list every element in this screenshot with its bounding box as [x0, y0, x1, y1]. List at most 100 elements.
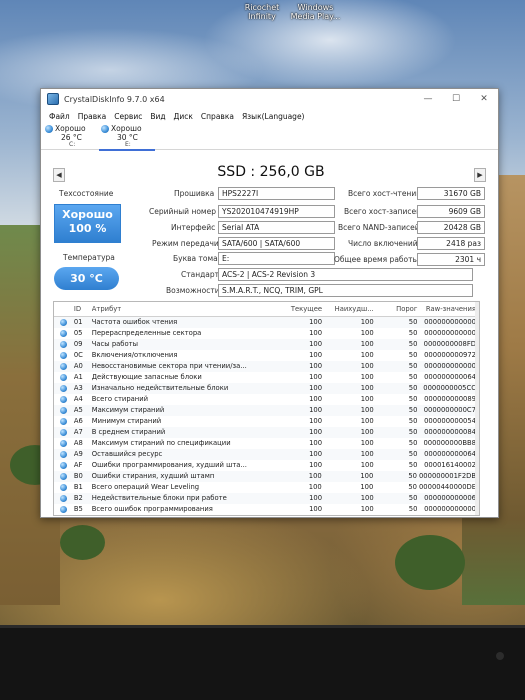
- status-dot-icon: [101, 125, 109, 133]
- menu-language[interactable]: Язык(Language): [238, 112, 309, 121]
- attribute-threshold: 50: [408, 384, 418, 392]
- table-row[interactable]: A9 Оставшийся ресурс 100 100 50 000000000064: [54, 449, 479, 460]
- table-row[interactable]: B0 Ошибки стирания, худший штамп 100 100 50 0…: [54, 471, 479, 482]
- attribute-current: 100: [309, 505, 323, 513]
- wallpaper-tree: [60, 525, 105, 560]
- attribute-raw: 000000000000: [424, 362, 477, 370]
- status-dot-icon: [45, 125, 53, 133]
- column-header-current[interactable]: Текущее: [274, 302, 324, 316]
- attribute-worst: 100: [360, 450, 374, 458]
- table-row[interactable]: 05 Перераспределенные сектора 100 100 50 0000…: [54, 328, 479, 339]
- table-row[interactable]: 01 Частота ошибок чтения 100 100 50 000000000…: [54, 317, 479, 328]
- status-dot-icon: [60, 385, 67, 392]
- previous-disk-button[interactable]: ◀: [53, 168, 65, 182]
- attribute-raw: 000016140002: [424, 461, 477, 469]
- close-button[interactable]: ✕: [470, 89, 498, 109]
- drive-letter: E:: [125, 141, 131, 148]
- attribute-worst: 100: [360, 406, 374, 414]
- attribute-threshold: 50: [408, 494, 418, 502]
- attribute-threshold: 50: [408, 329, 418, 337]
- attribute-current: 100: [309, 494, 323, 502]
- column-header-id[interactable]: ID: [74, 302, 92, 316]
- smart-attributes-table[interactable]: ID Атрибут Текущее Наихудш... Порог Raw-…: [53, 301, 480, 516]
- status-dot-icon: [60, 506, 67, 513]
- maximize-button[interactable]: ☐: [442, 89, 470, 109]
- attribute-raw: 000000000000: [424, 329, 477, 337]
- power-on-hours-value: 2301 ч: [417, 253, 485, 266]
- menu-function[interactable]: Сервис: [110, 112, 146, 121]
- column-header-threshold[interactable]: Порог: [376, 302, 420, 316]
- column-header-raw[interactable]: Raw-значения: [419, 302, 479, 316]
- table-row[interactable]: A7 В среднем стираний 100 100 50 000000000084: [54, 427, 479, 438]
- attribute-threshold: 50: [408, 417, 418, 425]
- drive-tab-e[interactable]: Хорошо 30 °C E:: [99, 123, 155, 151]
- status-dot-icon: [60, 407, 67, 414]
- status-cell: [54, 405, 74, 416]
- health-status-button[interactable]: Хорошо 100 %: [54, 204, 121, 243]
- column-header-attribute[interactable]: Атрибут: [92, 302, 275, 316]
- attribute-current: 100: [309, 351, 323, 359]
- table-row[interactable]: 0C Включения/отключения 100 100 50 0000000009…: [54, 350, 479, 361]
- table-row[interactable]: B1 Всего операций Wear Leveling 100 100 50 00…: [54, 482, 479, 493]
- attribute-raw: 000000000084: [424, 428, 477, 436]
- table-row[interactable]: A0 Невосстановимые сектора при чтении/за.…: [54, 361, 479, 372]
- menu-file[interactable]: Файл: [45, 112, 74, 121]
- attribute-worst: 100: [360, 461, 374, 469]
- status-cell: [54, 471, 74, 482]
- attribute-id: 0C: [73, 351, 83, 359]
- attribute-threshold: 50: [408, 362, 418, 370]
- table-row[interactable]: B5 Всего ошибок программирования 100 100 50 0…: [54, 504, 479, 515]
- transfer-mode-value: SATA/600 | SATA/600: [218, 237, 335, 250]
- attribute-id: A8: [73, 439, 83, 447]
- title-bar[interactable]: CrystalDiskInfo 9.7.0 x64 — ☐ ✕: [41, 89, 498, 109]
- volume-label: Буква тома: [173, 254, 218, 263]
- status-dot-icon: [60, 495, 67, 502]
- table-scrollbar[interactable]: [475, 302, 479, 515]
- table-row[interactable]: A5 Максимум стираний 100 100 50 0000000000C7: [54, 405, 479, 416]
- attribute-id: A4: [73, 395, 83, 403]
- menu-theme[interactable]: Вид: [146, 112, 169, 121]
- table-row[interactable]: B2 Недействительные блоки при работе 100 10…: [54, 493, 479, 504]
- table-row[interactable]: A8 Максимум стираний по спецификации 100 10…: [54, 438, 479, 449]
- attribute-id: A5: [73, 406, 83, 414]
- attribute-raw: 000000000972: [424, 351, 477, 359]
- table-row[interactable]: 09 Часы работы 100 100 50 0000000008FD: [54, 339, 479, 350]
- column-header-worst[interactable]: Наихудш...: [324, 302, 376, 316]
- monitor-bezel: [0, 625, 525, 700]
- desktop-icon-ricochet[interactable]: Ricochet Infinity: [236, 3, 288, 21]
- attribute-raw: 000000000089: [424, 395, 477, 403]
- menu-disk[interactable]: Диск: [170, 112, 197, 121]
- attribute-current: 100: [308, 483, 322, 491]
- attribute-worst: 100: [360, 483, 374, 491]
- menu-help[interactable]: Справка: [197, 112, 238, 121]
- attribute-current: 100: [309, 384, 323, 392]
- attribute-id: AF: [73, 461, 83, 469]
- desktop-icon-media-player[interactable]: Windows Media Play...: [288, 3, 343, 21]
- drive-tab-c[interactable]: Хорошо 26 °C C:: [43, 123, 99, 149]
- attribute-name: Включения/отключения: [91, 351, 178, 359]
- attribute-worst: 100: [360, 428, 374, 436]
- minimize-button[interactable]: —: [414, 89, 442, 109]
- table-row[interactable]: A3 Изначально недействительные блоки 100 10…: [54, 383, 479, 394]
- interface-value: Serial ATA: [218, 221, 335, 234]
- attribute-threshold: 50: [408, 428, 418, 436]
- attribute-id: B2: [73, 494, 83, 502]
- menu-edit[interactable]: Правка: [74, 112, 111, 121]
- attribute-raw: 000000000000: [424, 505, 477, 513]
- attribute-threshold: 50: [408, 461, 418, 469]
- table-row[interactable]: A1 Действующие запасные блоки 100 100 50 0000…: [54, 372, 479, 383]
- attribute-worst: 100: [360, 384, 374, 392]
- attribute-id: A0: [73, 362, 83, 370]
- attribute-raw: 000000000064: [424, 450, 477, 458]
- nand-writes-label: Всего NAND-записей: [338, 223, 420, 232]
- status-cell: [54, 493, 74, 504]
- attribute-worst: 100: [360, 373, 374, 381]
- table-row[interactable]: A6 Минимум стираний 100 100 50 000000000054: [54, 416, 479, 427]
- status-dot-icon: [60, 451, 67, 458]
- attribute-raw: 000000000000: [424, 318, 477, 326]
- table-row[interactable]: AF Ошибки программирования, худший шта...…: [54, 460, 479, 471]
- next-disk-button[interactable]: ▶: [474, 168, 486, 182]
- attribute-name: Всего стираний: [91, 395, 149, 403]
- features-label: Возможности: [166, 286, 220, 295]
- table-row[interactable]: A4 Всего стираний 100 100 50 000000000089: [54, 394, 479, 405]
